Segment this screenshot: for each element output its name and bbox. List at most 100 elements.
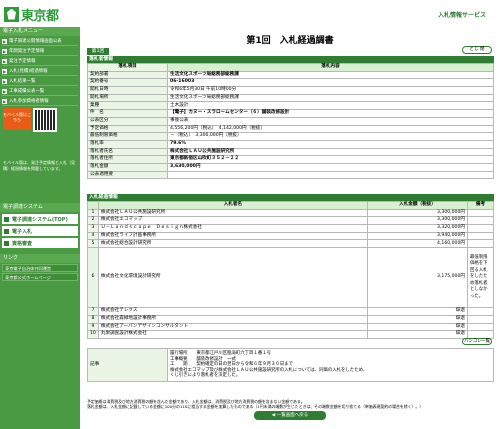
- service-title: 入札情報サービス: [437, 12, 486, 19]
- row-label: 落札率: [87, 139, 168, 149]
- sidebar-item-qualified[interactable]: ▶ 入札参加資格者情報: [2, 97, 78, 106]
- e-bidding-link[interactable]: 電子入札: [2, 226, 78, 236]
- row-value: 東京都新宿区山吹町３５２－２２: [167, 155, 494, 164]
- bid-note: [467, 216, 494, 226]
- main-content: 第1回 入札経過調書 第1回 とじ 閉 落札者情報 落札項目 落札内容 契約部署…: [84, 27, 496, 429]
- row-label: 最低制限価格: [87, 132, 168, 141]
- row-num: 8: [87, 314, 99, 324]
- joint-ops-link[interactable]: 東京電子自治体共同運営: [2, 264, 78, 272]
- row-value: 【電子】カヌー・スラロームセンター（６）舗装改修設計: [167, 109, 494, 118]
- close-button[interactable]: とじ 閉: [462, 46, 492, 54]
- bidder-name: Ｕ－Ｌａｎｄｓｃａｐｅ Ｄｅｓｉｇｎ株式会社: [97, 224, 369, 233]
- row-num: 4: [87, 231, 99, 241]
- qualification-link[interactable]: 資格審査: [2, 238, 78, 248]
- bid-amount: 辞退: [367, 322, 468, 332]
- sidebar-item-bid-results[interactable]: ▶ 入札結果一覧: [2, 77, 78, 86]
- sidebar-item-bid-progress[interactable]: ▶ 入札(見積)経過情報: [2, 67, 78, 76]
- bidder-name: 株式会社森緑地設計事務所: [97, 314, 369, 324]
- bidder-name: 株式会社テレクス: [97, 307, 369, 316]
- table-row: 落札者住所 東京都新宿区山吹町３５２－２２: [87, 155, 494, 164]
- tokyo-emblem-icon: [4, 6, 19, 22]
- bid-note: [467, 208, 494, 218]
- tokyo-logo[interactable]: 東京都: [4, 6, 59, 24]
- row-value: 事後公表: [167, 116, 494, 126]
- bid-amount: 3,175,000円: [367, 247, 468, 309]
- table-row: 業種 土木設計: [87, 101, 494, 111]
- bid-note: [467, 314, 494, 324]
- winner-table: 落札項目 落札内容 契約部署 生活文化スポーツ局総務部総務課 契約番号 06-160…: [87, 63, 494, 180]
- table-header-row: 入札者名 入札金額（税抜） 備考: [87, 201, 494, 210]
- table-row: 公表区分 事後公表: [87, 116, 494, 126]
- mobile-version-button[interactable]: モバイル版はこちら: [3, 108, 31, 130]
- row-num: 5: [87, 239, 99, 249]
- row-value: 令和6年5月30日 午前10時00分: [167, 86, 494, 95]
- table-row: 最低制限価格 －（税込） 3,300,000円（税抜）: [87, 132, 494, 141]
- row-value: 生活文化スポーツ局総務部総務課: [167, 70, 494, 80]
- tab-round-1[interactable]: 第1回: [87, 48, 109, 55]
- winner-section-head: 落札者情報: [87, 56, 494, 63]
- row-label: 落札者氏名: [87, 147, 168, 157]
- mobile-box: モバイル版はこちら: [3, 108, 77, 152]
- row-num: 2: [87, 216, 99, 226]
- link-label: 資格審査: [12, 240, 33, 247]
- arrow-icon: ▶: [2, 98, 7, 104]
- table-header-row: 落札項目 落札内容: [87, 63, 494, 72]
- row-value: [167, 170, 494, 180]
- table-row: 落札者氏名 株式会社ＬＡＵ公共施設研究所: [87, 147, 494, 157]
- bidder-name: 株式会社文化環境設計研究所: [97, 247, 369, 309]
- row-num: 7: [87, 307, 99, 316]
- footnote: 予定価格は消費税及び地方消費税の額を含んだ金額であり、入札金額は、消費税及び地方…: [87, 399, 494, 409]
- bid-note: [467, 231, 494, 241]
- sidebar-item-performance[interactable]: ▶ 工事成績公表一覧: [2, 87, 78, 96]
- sidebar-item-label: 入札参加資格者情報: [9, 99, 49, 104]
- bid-amount: 3,300,000円: [367, 216, 468, 226]
- bid-note: [467, 224, 494, 233]
- logo-text: 東京都: [21, 8, 59, 24]
- system-top-link[interactable]: 電子調達システム(TOP): [2, 214, 78, 224]
- col-header-num: [87, 201, 99, 210]
- bid-note: [467, 307, 494, 316]
- arrow-icon: [4, 240, 9, 246]
- bid-section-head: 入札経過情報: [87, 194, 494, 201]
- back-to-list-button[interactable]: ◀ 一覧画面へ戻る: [254, 411, 326, 420]
- sidebar-item-label: 入札(見積)経過情報: [9, 69, 48, 74]
- row-label: 落札金額: [87, 162, 168, 172]
- arrow-icon: ▶: [2, 88, 7, 94]
- footnote-line: 落札金額は、入札金額に記載している金額に100分の110に相当する金額を加算した…: [87, 404, 424, 409]
- official-site-link[interactable]: 東京都公式ホームページ: [2, 273, 78, 281]
- qr-code-icon: [33, 108, 57, 132]
- arrow-icon: ▶: [2, 38, 7, 44]
- row-value: －（税込） 3,300,000円（税抜）: [167, 132, 494, 141]
- bid-amount: 4,160,000円: [367, 239, 468, 249]
- arrow-icon: [4, 228, 9, 234]
- history-button[interactable]: ハンコレ一覧: [462, 338, 492, 345]
- sidebar-item-order-plan[interactable]: ▶ 発注予定情報: [2, 57, 78, 66]
- bidder-name: 株式会社エコマップ: [97, 216, 369, 226]
- sidebar-links-head: リンク: [0, 254, 80, 263]
- bid-amount: 3,320,000円: [367, 224, 468, 233]
- bidder-name: 丸栄調査設計株式会社: [97, 330, 369, 339]
- bid-note: [467, 322, 494, 332]
- page-title: 第1回 入札経過調書: [246, 36, 334, 46]
- remarks-table: 記事 履行場所 東京都江戸川区臨海町六丁目１番１号 工事概要 舗装改修設計 一式…: [87, 348, 494, 382]
- table-row: 1 株式会社ＬＡＵ公共施設研究所 3,300,000円: [87, 208, 494, 218]
- col-header-note: 備考: [467, 201, 494, 210]
- col-header: 落札項目: [87, 63, 168, 72]
- bid-note: 最低制限価格を下回る入札をしたため落札者としなかった。: [467, 247, 494, 309]
- link-label: 電子調達システム(TOP): [12, 216, 68, 223]
- row-value: 3,630,000円: [167, 162, 494, 172]
- remarks-row: 記事 履行場所 東京都江戸川区臨海町六丁目１番１号 工事概要 舗装改修設計 一式…: [87, 348, 494, 382]
- row-label: 予定価格: [87, 124, 168, 134]
- mobile-description: モバイル版は、発注予定情報と入札（見積）経過情報を掲載しています。: [3, 160, 75, 171]
- table-row: 2 株式会社エコマップ 3,300,000円: [87, 216, 494, 226]
- bidder-name: 株式会社総合設計研究所: [97, 239, 369, 249]
- sidebar-item-annual-plan[interactable]: ▶ 年間発注予定情報: [2, 47, 78, 56]
- row-label: 開札場所: [87, 93, 168, 103]
- sidebar-item-public-info[interactable]: ▶ 電子調達公開情報画面公表: [2, 37, 78, 46]
- table-row: 契約番号 06-16003: [87, 78, 494, 88]
- row-value: 4,556,200円（税込） 4,142,000円（税抜）: [167, 124, 494, 134]
- bid-amount: 辞退: [367, 330, 468, 339]
- row-num: 9: [87, 322, 99, 332]
- bid-amount: 3,300,000円: [367, 208, 468, 218]
- arrow-icon: ▶: [2, 48, 7, 54]
